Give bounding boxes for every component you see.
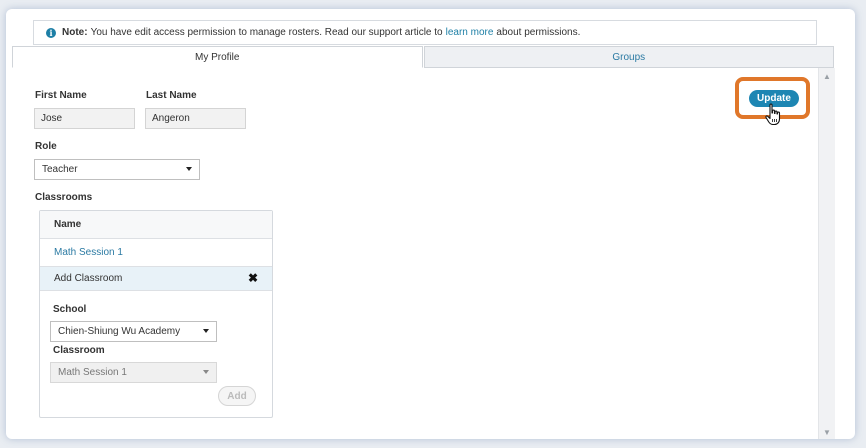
- tab-bar: My Profile Groups: [12, 46, 834, 68]
- add-classroom-label: Add Classroom: [54, 273, 123, 284]
- add-classroom-row: Add Classroom ✖: [40, 267, 272, 291]
- first-name-field[interactable]: Jose: [34, 108, 135, 129]
- classrooms-name-header: Name: [40, 211, 272, 239]
- note-label: Note:: [62, 27, 88, 38]
- permission-note: i Note: You have edit access permission …: [33, 20, 817, 45]
- last-name-field[interactable]: Angeron: [145, 108, 246, 129]
- classroom-select: Math Session 1: [50, 362, 217, 383]
- profile-panel: First Name Jose Last Name Angeron Role T…: [12, 68, 818, 439]
- role-select[interactable]: Teacher: [34, 159, 200, 180]
- note-text: You have edit access permission to manag…: [90, 27, 443, 38]
- classroom-label: Classroom: [53, 345, 105, 356]
- last-name-label: Last Name: [146, 90, 197, 101]
- school-value: Chien-Shiung Wu Academy: [58, 326, 181, 337]
- tab-groups[interactable]: Groups: [423, 46, 834, 68]
- school-select[interactable]: Chien-Shiung Wu Academy: [50, 321, 217, 342]
- first-name-label: First Name: [35, 90, 87, 101]
- vertical-scrollbar[interactable]: ▲ ▼: [818, 68, 835, 439]
- classroom-value: Math Session 1: [58, 367, 127, 378]
- info-icon: i: [46, 27, 56, 38]
- hand-cursor-icon: [765, 103, 781, 126]
- classroom-row-math-session-1[interactable]: Math Session 1: [40, 239, 272, 267]
- school-label: School: [53, 304, 87, 315]
- classrooms-label: Classrooms: [35, 192, 93, 203]
- add-classroom-button: Add: [218, 386, 256, 406]
- scroll-up-icon[interactable]: ▲: [819, 72, 835, 81]
- chevron-down-icon: [186, 167, 192, 171]
- chevron-down-icon: [203, 329, 209, 333]
- scroll-down-icon[interactable]: ▼: [819, 428, 835, 437]
- role-label: Role: [35, 141, 57, 152]
- roster-window: i Note: You have edit access permission …: [6, 9, 855, 439]
- note-suffix: about permissions.: [496, 27, 581, 38]
- learn-more-link[interactable]: learn more: [446, 27, 494, 38]
- chevron-down-icon: [203, 370, 209, 374]
- tab-my-profile[interactable]: My Profile: [12, 46, 423, 68]
- close-icon[interactable]: ✖: [248, 271, 258, 285]
- role-value: Teacher: [42, 164, 78, 175]
